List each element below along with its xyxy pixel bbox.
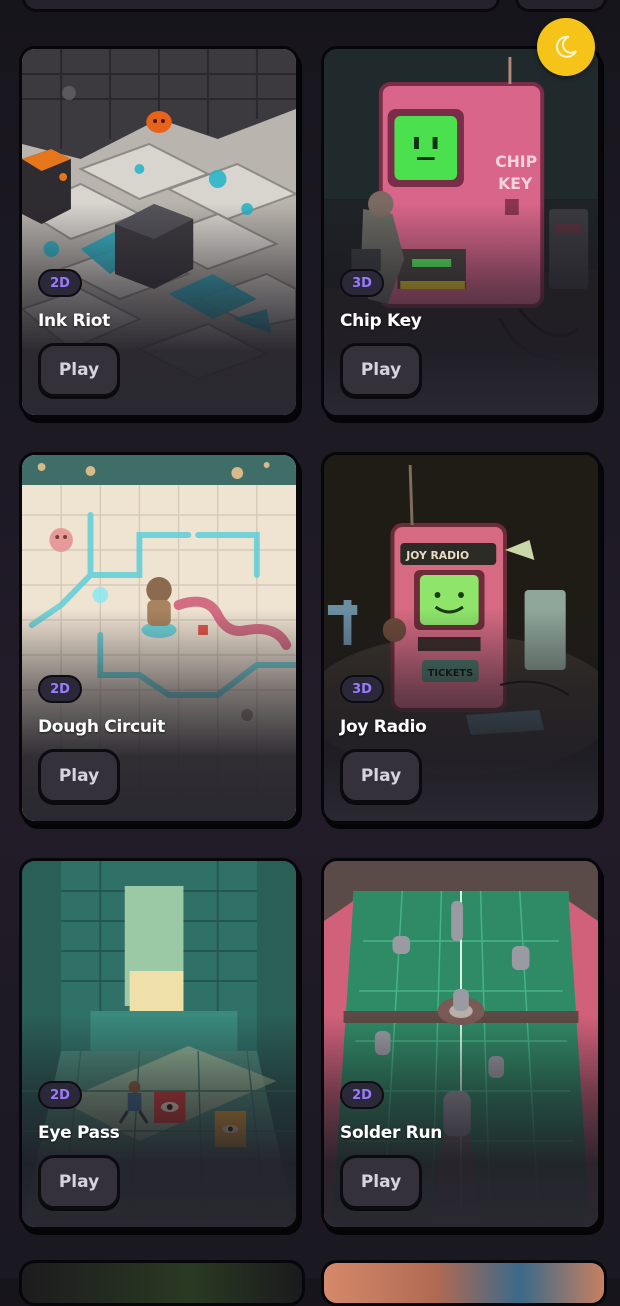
game-card[interactable]: JOY RADIO TICKETS 3D Joy Radio Play [321,452,601,824]
play-button[interactable]: Play [340,343,422,397]
previous-card-stub-right [515,0,607,12]
play-button[interactable]: Play [38,1155,120,1209]
game-card[interactable]: CHIP KEY 3D Chip Key Play [321,46,601,418]
game-card[interactable]: 2D Solder Run Play [321,858,601,1230]
game-card[interactable]: 2D Eye Pass Play [19,858,299,1230]
dimension-badge: 3D [340,675,384,703]
dimension-badge: 2D [38,1081,82,1109]
chip-key-sign-2: KEY [498,174,533,193]
game-card[interactable]: 2D Dough Circuit Play [19,452,299,824]
play-button[interactable]: Play [340,1155,422,1209]
game-title: Chip Key [340,311,422,331]
next-card-stub[interactable] [19,1260,305,1306]
game-card[interactable]: 2D Ink Riot Play [19,46,299,418]
dimension-badge: 3D [340,269,384,297]
game-title: Ink Riot [38,311,110,331]
play-button[interactable]: Play [340,749,422,803]
dimension-badge: 2D [38,675,82,703]
game-title: Joy Radio [340,717,427,737]
game-title: Dough Circuit [38,717,166,737]
play-button[interactable]: Play [38,343,120,397]
joy-radio-sign: JOY RADIO [405,549,469,562]
play-button[interactable]: Play [38,749,120,803]
moon-icon [555,35,577,58]
theme-toggle-button[interactable] [537,18,595,76]
dimension-badge: 2D [340,1081,384,1109]
game-title: Solder Run [340,1123,443,1143]
previous-card-stub [22,0,500,12]
next-card-stub-right[interactable] [321,1260,607,1306]
game-title: Eye Pass [38,1123,120,1143]
game-grid: 2D Ink Riot Play CHIP KEY 3D Chip Key Pl… [19,46,605,1230]
chip-key-sign-1: CHIP [495,152,537,171]
dimension-badge: 2D [38,269,82,297]
